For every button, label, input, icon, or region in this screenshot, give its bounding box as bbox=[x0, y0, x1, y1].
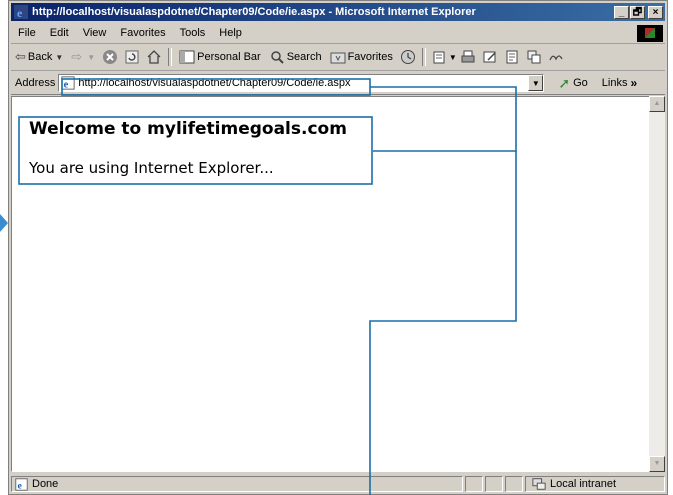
page-content: Welcome to mylifetimegoals.com You are u… bbox=[11, 96, 651, 472]
address-label: Address bbox=[15, 77, 56, 89]
address-bar: Address e http://localhost/visualaspdotn… bbox=[11, 72, 665, 95]
related-icon[interactable] bbox=[548, 49, 564, 65]
ie-logo-icon: e bbox=[14, 5, 28, 19]
standard-toolbar: ⇦ Back ▼ ⇨ ▼ Personal Bar Search Favorit… bbox=[11, 44, 665, 71]
menu-help[interactable]: Help bbox=[212, 27, 249, 39]
favorites-folder-icon bbox=[330, 52, 346, 64]
menu-file[interactable]: File bbox=[11, 27, 43, 39]
back-label: Back bbox=[27, 51, 53, 63]
page-message: You are using Internet Explorer... bbox=[29, 159, 274, 177]
forward-dropdown-icon[interactable]: ▼ bbox=[87, 53, 95, 62]
page-heading: Welcome to mylifetimegoals.com bbox=[29, 119, 347, 139]
mail-dropdown-icon[interactable]: ▼ bbox=[449, 53, 457, 62]
menu-edit[interactable]: Edit bbox=[43, 27, 76, 39]
forward-arrow-icon: ⇨ bbox=[71, 49, 83, 64]
back-dropdown-icon[interactable]: ▼ bbox=[55, 53, 63, 62]
back-arrow-icon: ⇦ bbox=[15, 49, 26, 64]
svg-text:e: e bbox=[64, 79, 69, 90]
discuss-icon[interactable] bbox=[504, 49, 520, 65]
browser-window: e http://localhost/visualaspdotnet/Chapt… bbox=[8, 0, 668, 495]
edit-icon[interactable] bbox=[482, 49, 498, 65]
minimize-button[interactable]: _ bbox=[614, 5, 629, 19]
scroll-up-icon[interactable]: ▲ bbox=[649, 96, 665, 112]
page-icon: e bbox=[61, 76, 75, 90]
menu-bar: File Edit View Favorites Tools Help bbox=[11, 23, 665, 44]
windows-logo-icon bbox=[637, 24, 663, 42]
status-cell bbox=[465, 476, 483, 492]
status-cell bbox=[505, 476, 523, 492]
go-arrow-icon: ➚ bbox=[558, 74, 571, 91]
search-label: Search bbox=[286, 51, 322, 63]
print-icon[interactable] bbox=[460, 49, 476, 65]
personal-bar-label: Personal Bar bbox=[197, 51, 261, 63]
stop-icon[interactable] bbox=[102, 49, 118, 65]
favorites-label: Favorites bbox=[347, 51, 393, 63]
back-button[interactable]: ⇦ Back ▼ bbox=[11, 49, 67, 65]
svg-text:e: e bbox=[17, 6, 23, 19]
history-icon[interactable] bbox=[400, 49, 416, 65]
menu-favorites[interactable]: Favorites bbox=[113, 27, 172, 39]
address-input[interactable]: e http://localhost/visualaspdotnet/Chapt… bbox=[58, 74, 545, 92]
intranet-icon bbox=[532, 478, 546, 490]
chevron-right-icon: » bbox=[630, 76, 638, 90]
menu-view[interactable]: View bbox=[76, 27, 114, 39]
pointer-arrow-icon bbox=[0, 214, 8, 232]
window-title: http://localhost/visualaspdotnet/Chapter… bbox=[32, 6, 476, 18]
address-dropdown-icon[interactable]: ▼ bbox=[528, 75, 544, 91]
favorites-button[interactable]: Favorites bbox=[326, 49, 397, 65]
refresh-icon[interactable] bbox=[124, 49, 140, 65]
security-zone: Local intranet bbox=[525, 476, 665, 492]
go-label: Go bbox=[573, 77, 588, 89]
status-cell bbox=[485, 476, 503, 492]
messenger-icon[interactable] bbox=[526, 49, 542, 65]
done-page-icon: e bbox=[15, 477, 28, 491]
status-bar: e Done Local intranet bbox=[11, 474, 665, 494]
vertical-scrollbar[interactable]: ▲ ▼ bbox=[649, 96, 665, 472]
status-text: Done bbox=[32, 478, 59, 490]
address-url: http://localhost/visualaspdotnet/Chapter… bbox=[78, 77, 351, 89]
close-button[interactable]: × bbox=[648, 5, 663, 19]
search-icon bbox=[270, 51, 284, 64]
links-button[interactable]: Links » bbox=[602, 76, 637, 90]
title-bar[interactable]: e http://localhost/visualaspdotnet/Chapt… bbox=[11, 3, 665, 21]
svg-text:e: e bbox=[17, 480, 22, 490]
restore-button[interactable]: 🗗 bbox=[630, 5, 645, 19]
forward-button[interactable]: ⇨ ▼ bbox=[67, 49, 99, 65]
search-button[interactable]: Search bbox=[265, 49, 326, 65]
home-icon[interactable] bbox=[146, 49, 162, 65]
personal-bar-button[interactable]: Personal Bar bbox=[175, 49, 265, 65]
mail-icon[interactable] bbox=[432, 49, 448, 65]
personal-bar-icon bbox=[179, 50, 195, 64]
scroll-down-icon[interactable]: ▼ bbox=[649, 456, 665, 472]
menu-tools[interactable]: Tools bbox=[173, 27, 213, 39]
go-button[interactable]: ➚ Go bbox=[558, 75, 587, 92]
zone-label: Local intranet bbox=[550, 478, 617, 490]
links-label: Links bbox=[601, 77, 628, 89]
